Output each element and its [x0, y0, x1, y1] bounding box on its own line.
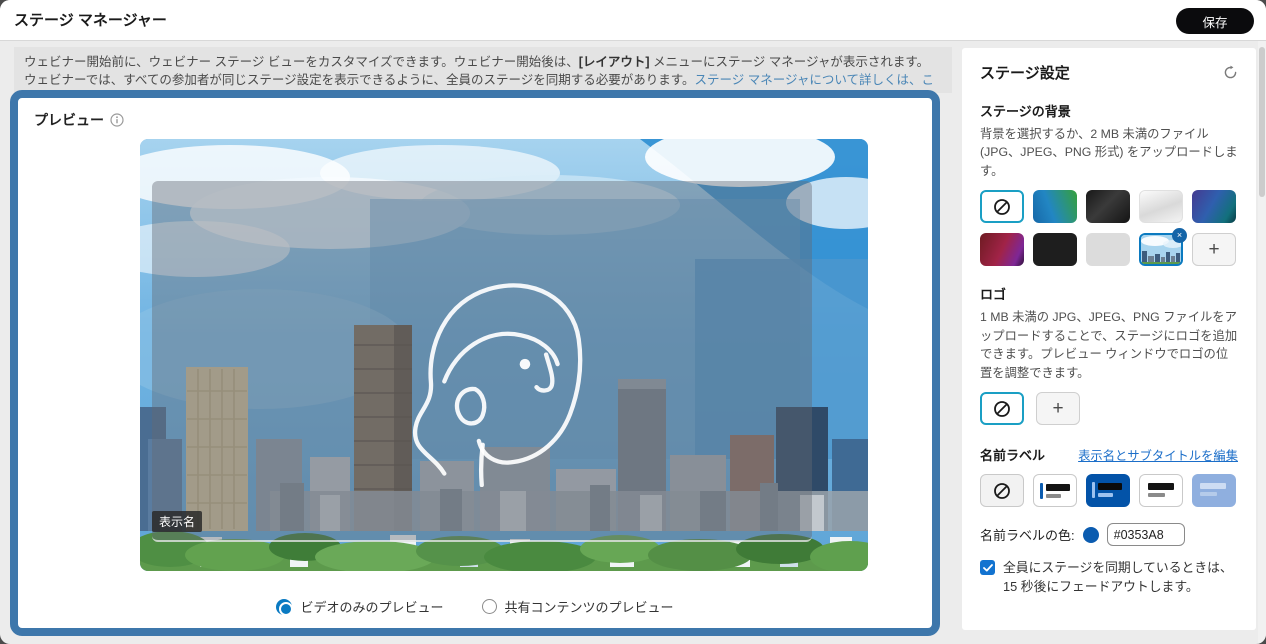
name-label-light-stacked-swatch[interactable] [1139, 474, 1183, 508]
banner-line1: ウェビナー開始前に、ウェビナー ステージ ビューをカスタマイズできます。ウェビナ… [24, 55, 930, 69]
stage-preview-image[interactable]: 表示名 [140, 139, 868, 571]
preview-header: プレビュー [34, 110, 124, 130]
background-red-magenta-swatch[interactable] [980, 233, 1024, 267]
background-purple-teal-swatch[interactable] [1192, 190, 1236, 224]
info-banner: ウェビナー開始前に、ウェビナー ステージ ビューをカスタマイズできます。ウェビナ… [14, 47, 952, 105]
logo-swatches: + [980, 392, 1238, 426]
stage-settings-panel: ステージ設定 ステージの背景 背景を選択するか、2 MB 未満のファイル (JP… [962, 48, 1256, 630]
background-section-title: ステージの背景 [980, 104, 1071, 119]
refresh-icon[interactable] [1223, 65, 1238, 80]
fade-checkbox[interactable] [980, 560, 995, 576]
none-icon [994, 400, 1010, 417]
name-label-none-swatch[interactable] [980, 474, 1024, 508]
name-label-translucent-swatch[interactable] [1192, 474, 1236, 508]
background-none-swatch[interactable] [980, 190, 1024, 224]
display-name-label[interactable]: 表示名 [152, 511, 203, 532]
background-dark-wave-swatch[interactable] [1086, 190, 1130, 224]
preview-mode-radios: ビデオのみのプレビュー 共有コンテンツのプレビュー [18, 597, 932, 616]
background-light-wave-swatch[interactable] [1139, 190, 1183, 224]
top-bar: ステージ マネージャー 保存 [0, 0, 1266, 41]
plus-icon: + [1208, 238, 1220, 260]
none-icon [994, 198, 1010, 215]
edit-display-name-link[interactable]: 表示名とサブタイトルを編集 [1078, 446, 1238, 464]
remove-city-photo-badge[interactable]: × [1172, 228, 1187, 244]
preview-title: プレビュー [34, 112, 104, 128]
logo-section-desc: 1 MB 未満の JPG、JPEG、PNG ファイルをアップロードすることで、ス… [980, 310, 1238, 380]
background-swatches: × + [980, 190, 1238, 267]
name-label-blue-left-swatch[interactable] [1086, 474, 1130, 508]
name-label-color-label: 名前ラベルの色: [980, 528, 1075, 544]
name-label-styles [980, 474, 1238, 508]
logo-add-button[interactable]: + [1036, 392, 1080, 426]
info-icon[interactable] [110, 113, 124, 127]
background-black-swatch[interactable] [1033, 233, 1077, 267]
radio-shared-content[interactable]: 共有コンテンツのプレビュー [481, 597, 674, 616]
logo-section-title: ロゴ [980, 287, 1007, 303]
radio-unselected-icon[interactable] [481, 599, 497, 614]
save-button[interactable]: 保存 [1176, 8, 1254, 34]
background-add-button[interactable]: + [1192, 233, 1236, 267]
logo-none-swatch[interactable] [980, 392, 1024, 426]
background-green-blue-swatch[interactable] [1033, 190, 1077, 224]
avatar-placeholder-icon [412, 283, 583, 487]
scrollbar-thumb[interactable] [1259, 47, 1265, 197]
scrollbar-track[interactable] [1258, 41, 1266, 644]
background-section-desc: 背景を選択するか、2 MB 未満のファイル (JPG、JPEG、PNG 形式) … [980, 127, 1238, 178]
settings-title: ステージ設定 [980, 65, 1070, 82]
preview-panel: プレビュー 表示名 ビデオのみのプレビュー 共有コンテンツのプレビュー [10, 90, 940, 636]
fade-checkbox-label: 全員にステージを同期しているときは、15 秒後にフェードアウトします。 [1003, 560, 1233, 594]
plus-icon: + [1052, 397, 1064, 419]
none-icon [994, 482, 1010, 499]
name-label-color-dot[interactable] [1082, 526, 1099, 543]
radio-selected-icon[interactable] [276, 598, 294, 616]
background-light-gray-swatch[interactable] [1086, 233, 1130, 267]
radio-video-only[interactable]: ビデオのみのプレビュー [276, 597, 444, 616]
check-icon [982, 563, 993, 572]
page-title: ステージ マネージャー [14, 12, 167, 29]
name-label-color-input[interactable] [1106, 523, 1185, 547]
background-city-photo-swatch[interactable]: × [1139, 228, 1187, 267]
close-icon: × [1176, 230, 1183, 241]
stage-manager-screen: ステージ マネージャー 保存 ウェビナー開始前に、ウェビナー ステージ ビューを… [0, 0, 1266, 644]
name-label-section-title: 名前ラベル [980, 448, 1046, 464]
name-label-light-left-swatch[interactable] [1033, 474, 1077, 508]
